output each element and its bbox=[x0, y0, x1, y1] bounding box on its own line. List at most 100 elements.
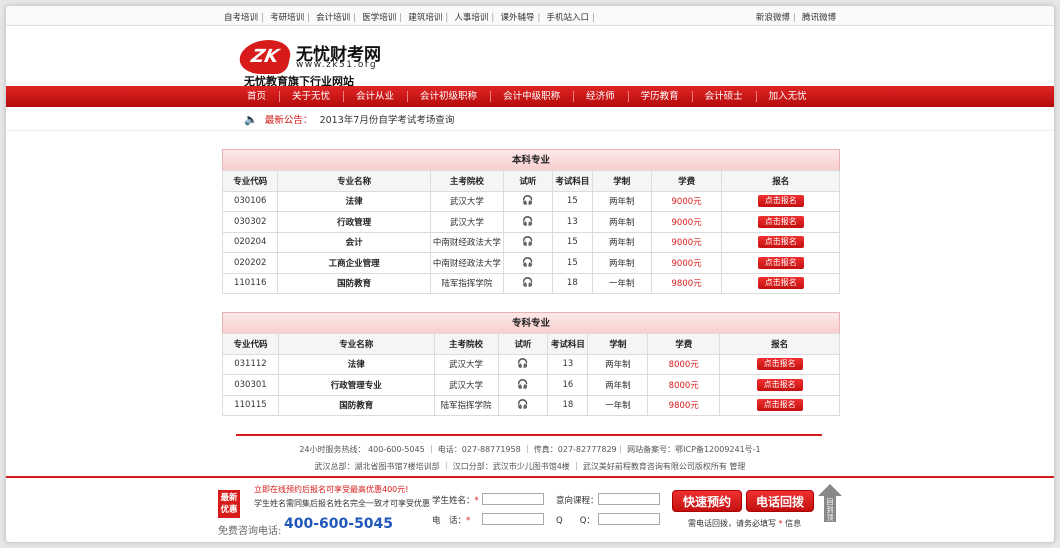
major-duration: 一年制 bbox=[591, 272, 652, 294]
major-school: 武汉大学 bbox=[429, 211, 504, 233]
promo-badge: 最新优惠 bbox=[218, 490, 240, 518]
table-row: 030301 行政管理专业 武汉大学 🎧 16 两年制 8000元 点击报名 bbox=[222, 374, 840, 396]
col-header: 主考院校 bbox=[433, 333, 499, 355]
major-duration: 两年制 bbox=[591, 211, 652, 233]
toplink-tencent-weibo[interactable]: 腾讯微博 bbox=[802, 13, 836, 23]
major-code: 030301 bbox=[222, 374, 279, 396]
headphones-icon[interactable]: 🎧 bbox=[517, 380, 528, 390]
major-name: 行政管理专业 bbox=[277, 374, 435, 396]
nav-item-join[interactable]: 加入无忧 bbox=[755, 86, 820, 107]
toplink-kewai[interactable]: 课外辅导 bbox=[500, 13, 534, 23]
enroll-button[interactable]: 点击报名 bbox=[757, 215, 804, 228]
back-to-top-button[interactable]: 回到顶部 bbox=[818, 484, 842, 530]
major-duration: 一年制 bbox=[587, 394, 649, 416]
booking-bar: 最新优惠 立即在线预约后报名可享受最高优惠400元! 学生姓名需同集后报名姓名完… bbox=[6, 476, 1054, 542]
nav-item-about[interactable]: 关于无忧 bbox=[279, 86, 343, 107]
logo-url: www.zk51.org bbox=[296, 60, 378, 70]
toplink-yixue[interactable]: 医学培训 bbox=[362, 13, 396, 23]
table-header-row: 专业代码 专业名称 主考院校 试听 考试科目 学制 学费 报名 bbox=[222, 333, 840, 355]
toplink-mobile[interactable]: 手机站入口 bbox=[547, 13, 590, 23]
enroll-button[interactable]: 点击报名 bbox=[757, 277, 804, 290]
headphones-icon[interactable]: 🎧 bbox=[522, 217, 533, 227]
site-logo[interactable]: ZK 无忧财考网 www.zk51.org 无忧教育旗下行业网站 bbox=[236, 38, 410, 88]
major-name: 会计 bbox=[277, 231, 431, 253]
back-to-top-label: 回到顶部 bbox=[824, 496, 836, 530]
toplink-sina-weibo[interactable]: 新浪微博 bbox=[756, 13, 790, 23]
major-code: 110115 bbox=[222, 394, 279, 416]
col-header: 专业代码 bbox=[221, 170, 279, 192]
col-header: 考试科目 bbox=[547, 333, 589, 355]
nav-item-kuaiji-chuji[interactable]: 会计初级职称 bbox=[407, 86, 490, 107]
nav-item-kuaiji-zhongji[interactable]: 会计中级职称 bbox=[490, 86, 573, 107]
student-name-label: 学生姓名：* bbox=[432, 496, 479, 506]
quick-book-button[interactable]: 快速预约 bbox=[672, 490, 742, 512]
major-subjects: 13 bbox=[551, 211, 593, 233]
headphones-icon[interactable]: 🎧 bbox=[517, 400, 528, 410]
col-header: 专业名称 bbox=[277, 333, 435, 355]
toplink-kaoyan[interactable]: 考研培训 bbox=[270, 13, 304, 23]
footer-contact: 24小时服务热线： 400-600-5045 ｜ 电话：027-88771958… bbox=[299, 445, 761, 454]
nav-item-kuaiji-shuoshi[interactable]: 会计硕士 bbox=[691, 86, 756, 107]
major-subjects: 16 bbox=[547, 374, 589, 396]
table-title: 专科专业 bbox=[222, 312, 840, 333]
major-subjects: 15 bbox=[551, 190, 593, 212]
major-school: 中南财经政法大学 bbox=[429, 231, 504, 253]
course-label: 意向课程： bbox=[556, 496, 599, 506]
enroll-button[interactable]: 点击报名 bbox=[756, 399, 803, 412]
major-name: 工商企业管理 bbox=[277, 252, 431, 274]
nav-item-xueli[interactable]: 学历教育 bbox=[627, 86, 692, 107]
headphones-icon[interactable]: 🎧 bbox=[517, 359, 528, 369]
headphones-icon[interactable]: 🎧 bbox=[522, 258, 533, 268]
page-frame: 自考培训 | 考研培训 | 会计培训 | 医学培训 | 建筑培训 | 人事培训 | 课外辅导… bbox=[5, 5, 1055, 543]
major-code: 020204 bbox=[221, 231, 279, 253]
enroll-button[interactable]: 点击报名 bbox=[756, 358, 803, 371]
major-name: 法律 bbox=[277, 190, 431, 212]
toplink-zikao[interactable]: 自考培训 bbox=[224, 13, 258, 23]
callback-button[interactable]: 电话回拨 bbox=[746, 490, 814, 512]
table-title: 本科专业 bbox=[222, 149, 840, 170]
col-header: 学制 bbox=[587, 333, 649, 355]
phone-input[interactable] bbox=[482, 513, 544, 525]
table-row: 031112 法律 武汉大学 🎧 13 两年制 8000元 点击报名 bbox=[222, 353, 840, 375]
col-header: 报名 bbox=[719, 333, 840, 355]
nav-item-jingjishi[interactable]: 经济师 bbox=[573, 86, 628, 107]
major-fee: 8000元 bbox=[647, 374, 721, 396]
major-code: 110116 bbox=[221, 272, 279, 294]
major-duration: 两年制 bbox=[591, 231, 652, 253]
nav-item-kuaiji-congye[interactable]: 会计从业 bbox=[343, 86, 407, 107]
student-name-input[interactable] bbox=[482, 493, 544, 505]
headphones-icon[interactable]: 🎧 bbox=[522, 196, 533, 206]
top-links-bar: 自考培训 | 考研培训 | 会计培训 | 医学培训 | 建筑培训 | 人事培训 | 课外辅导… bbox=[6, 6, 1054, 26]
logo-mark-icon: ZK bbox=[236, 40, 294, 74]
nav-item-home[interactable]: 首页 bbox=[234, 86, 279, 107]
table-row: 030302 行政管理 武汉大学 🎧 13 两年制 9000元 点击报名 bbox=[221, 211, 840, 233]
major-subjects: 15 bbox=[551, 252, 593, 274]
headphones-icon[interactable]: 🎧 bbox=[522, 278, 533, 288]
phone-label: 电 话：* bbox=[432, 516, 471, 526]
toplink-jianzhu[interactable]: 建筑培训 bbox=[408, 13, 442, 23]
major-fee: 9000元 bbox=[650, 231, 723, 253]
major-school: 武汉大学 bbox=[433, 374, 499, 396]
table-row: 110115 国防教育 陆军指挥学院 🎧 18 一年制 9800元 点击报名 bbox=[222, 394, 840, 416]
major-duration: 两年制 bbox=[587, 353, 649, 375]
major-code: 030106 bbox=[221, 190, 279, 212]
top-links-left: 自考培训 | 考研培训 | 会计培训 | 医学培训 | 建筑培训 | 人事培训 | 课外辅导… bbox=[224, 13, 595, 23]
toplink-kuaiji[interactable]: 会计培训 bbox=[316, 13, 350, 23]
col-header: 报名 bbox=[721, 170, 840, 192]
undergrad-table: 本科专业 专业代码 专业名称 主考院校 试听 考试科目 学制 学费 报名 030… bbox=[221, 149, 840, 294]
notice-link[interactable]: 2013年7月份自学考试考场查询 bbox=[320, 115, 455, 126]
major-fee: 9000元 bbox=[650, 211, 723, 233]
footer: 24小时服务热线： 400-600-5045 ｜ 电话：027-88771958… bbox=[6, 441, 1054, 475]
enroll-button[interactable]: 点击报名 bbox=[757, 195, 804, 208]
toplink-renshi[interactable]: 人事培训 bbox=[454, 13, 488, 23]
enroll-button[interactable]: 点击报名 bbox=[757, 256, 804, 269]
speaker-icon: 🔈 bbox=[244, 113, 258, 126]
enroll-button[interactable]: 点击报名 bbox=[756, 378, 803, 391]
enroll-button[interactable]: 点击报名 bbox=[757, 236, 804, 249]
headphones-icon[interactable]: 🎧 bbox=[522, 237, 533, 247]
major-fee: 9800元 bbox=[650, 272, 723, 294]
course-input[interactable] bbox=[598, 493, 660, 505]
callback-tip: 需电话回拨，请务必填写 * 信息 bbox=[688, 519, 802, 528]
major-name: 国防教育 bbox=[277, 272, 431, 294]
qq-input[interactable] bbox=[598, 513, 660, 525]
